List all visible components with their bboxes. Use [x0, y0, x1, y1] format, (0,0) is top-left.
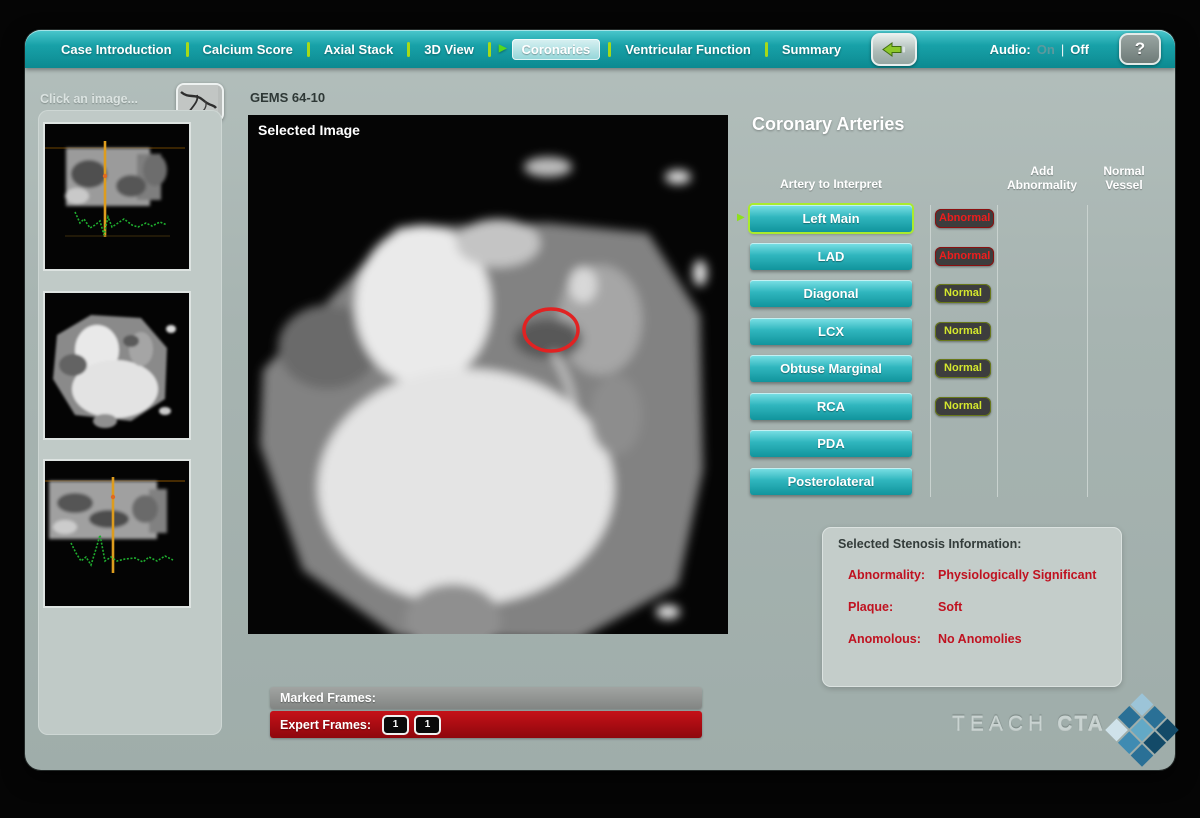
- nav-separator: [608, 42, 611, 57]
- back-arrow-icon: [882, 42, 906, 57]
- tab-ventricular-function[interactable]: Ventricular Function: [617, 39, 759, 60]
- stenosis-info-title: Selected Stenosis Information:: [838, 537, 1021, 551]
- selected-artery-marker-icon: ▶: [737, 213, 745, 223]
- selected-image-viewer[interactable]: Selected Image: [248, 115, 728, 634]
- stenosis-abnormality-value: Physiologically Significant: [938, 568, 1096, 582]
- column-header-line: Abnormality: [995, 179, 1089, 193]
- marked-frames-bar: Marked Frames:: [270, 687, 702, 709]
- status-badge-normal: Normal: [935, 322, 991, 341]
- expert-frames-label: Expert Frames:: [280, 718, 371, 732]
- nav-separator: [307, 42, 310, 57]
- audio-divider: |: [1061, 42, 1064, 57]
- audio-label: Audio:: [990, 42, 1031, 57]
- brand-teach-text: TEACH: [952, 712, 1048, 736]
- expert-frame-badge[interactable]: 1: [414, 715, 441, 735]
- thumbnail-curved-mpr-2[interactable]: [43, 459, 191, 608]
- tab-calcium-score[interactable]: Calcium Score: [195, 39, 301, 60]
- artery-button-pda[interactable]: PDA: [750, 430, 912, 457]
- artery-row-posterolateral: Posterolateral: [750, 468, 1020, 495]
- curved-mpr-image: [45, 124, 185, 265]
- nav-separator: [186, 42, 189, 57]
- selected-image-title: Selected Image: [258, 122, 360, 138]
- column-header-line: Vessel: [1085, 179, 1163, 193]
- status-badge-normal: Normal: [935, 397, 991, 416]
- artery-button-lcx[interactable]: LCX: [750, 318, 912, 345]
- column-header-add-abnormality: Add Abnormality: [995, 165, 1089, 192]
- status-badge-abnormal: Abnormal: [935, 209, 994, 228]
- study-label: GEMS 64-10: [250, 90, 325, 105]
- artery-button-lad[interactable]: LAD: [750, 243, 912, 270]
- back-button[interactable]: [871, 33, 917, 66]
- tab-axial-stack[interactable]: Axial Stack: [316, 39, 401, 60]
- artery-row-pda: PDA: [750, 430, 1020, 457]
- stenosis-abnormality-label: Abnormality:: [848, 568, 925, 582]
- teach-cta-logo: TEACH CTA: [952, 712, 1105, 736]
- status-badge-abnormal: Abnormal: [935, 247, 994, 266]
- tab-case-introduction[interactable]: Case Introduction: [53, 39, 180, 60]
- artery-row-left-main: ▶ Left Main Abnormal: [750, 205, 1020, 232]
- artery-row-lcx: LCX Normal: [750, 318, 1020, 345]
- expert-frame-badge[interactable]: 1: [382, 715, 409, 735]
- tab-coronaries-label: Coronaries: [512, 39, 601, 60]
- column-header-line: Add: [995, 165, 1089, 179]
- audio-control: Audio: On | Off: [990, 42, 1089, 57]
- application-screen: Case Introduction Calcium Score Axial St…: [0, 0, 1200, 818]
- column-header-line: Normal: [1085, 165, 1163, 179]
- artery-button-posterolateral[interactable]: Posterolateral: [750, 468, 912, 495]
- nav-separator: [765, 42, 768, 57]
- stenosis-anomolous-label: Anomolous:: [848, 632, 921, 646]
- artery-row-lad: LAD Abnormal: [750, 243, 1020, 270]
- artery-row-obtuse-marginal: Obtuse Marginal Normal: [750, 355, 1020, 382]
- ct-scan-image: [248, 115, 728, 634]
- artery-row-rca: RCA Normal: [750, 393, 1020, 420]
- marked-frames-label: Marked Frames:: [280, 691, 376, 705]
- stenosis-anomolous-value: No Anomolies: [938, 632, 1022, 646]
- artery-button-left-main[interactable]: Left Main: [750, 205, 912, 232]
- top-navigation-bar: Case Introduction Calcium Score Axial St…: [25, 30, 1175, 68]
- curved-mpr-image: [45, 461, 185, 602]
- stenosis-plaque-value: Soft: [938, 600, 962, 614]
- thumbnail-curved-mpr-1[interactable]: [43, 122, 191, 271]
- tab-coronaries[interactable]: ▶ Coronaries: [497, 39, 602, 60]
- column-header-artery: Artery to Interpret: [750, 178, 912, 192]
- status-badge-normal: Normal: [935, 359, 991, 378]
- nav-separator: [407, 42, 410, 57]
- stenosis-plaque-label: Plaque:: [848, 600, 893, 614]
- expert-frames-bar: Expert Frames: 1 1: [270, 711, 702, 738]
- sidebar-hint-text: Click an image...: [40, 92, 138, 106]
- artery-row-diagonal: Diagonal Normal: [750, 280, 1020, 307]
- artery-button-diagonal[interactable]: Diagonal: [750, 280, 912, 307]
- artery-button-rca[interactable]: RCA: [750, 393, 912, 420]
- status-badge-normal: Normal: [935, 284, 991, 303]
- selected-stenosis-info-box: Selected Stenosis Information: Abnormali…: [822, 527, 1122, 687]
- expert-frame-badges: 1 1: [382, 715, 441, 735]
- help-button[interactable]: ?: [1119, 33, 1161, 65]
- brand-cta-text: CTA: [1057, 712, 1105, 736]
- column-divider: [1087, 205, 1088, 497]
- axial-heart-image: [45, 293, 185, 434]
- audio-off-toggle[interactable]: Off: [1070, 42, 1089, 57]
- selected-tab-marker-icon: ▶: [499, 44, 507, 54]
- column-header-normal-vessel: Normal Vessel: [1085, 165, 1163, 192]
- audio-on-toggle[interactable]: On: [1037, 42, 1055, 57]
- thumbnail-axial-heart[interactable]: [43, 291, 191, 440]
- coronary-arteries-title: Coronary Arteries: [752, 114, 904, 135]
- tab-summary[interactable]: Summary: [774, 39, 849, 60]
- artery-button-obtuse-marginal[interactable]: Obtuse Marginal: [750, 355, 912, 382]
- nav-separator: [488, 42, 491, 57]
- tab-3d-view[interactable]: 3D View: [416, 39, 482, 60]
